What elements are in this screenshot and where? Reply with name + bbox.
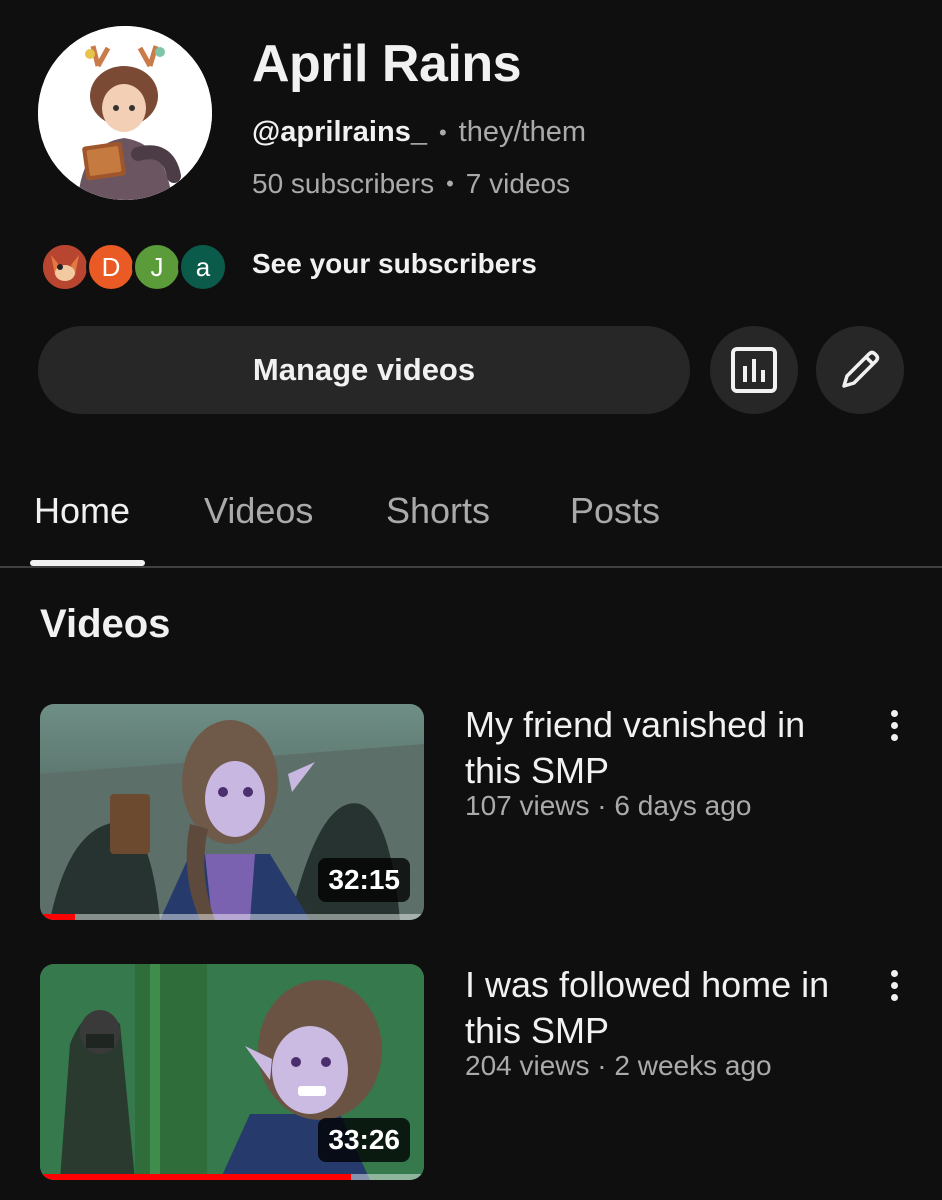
edit-channel-button[interactable] bbox=[816, 326, 904, 414]
channel-handle-row: @aprilrains_ • they/them bbox=[252, 116, 586, 149]
video-thumbnail[interactable]: 32:15 bbox=[40, 704, 424, 920]
watch-progress-track bbox=[40, 914, 424, 920]
more-dot bbox=[890, 733, 898, 741]
subscriber-avatars: D J a bbox=[40, 240, 230, 294]
channel-avatar[interactable] bbox=[38, 26, 212, 200]
section-title[interactable]: Videos bbox=[40, 602, 170, 647]
video-meta: 204 views · 2 weeks ago bbox=[465, 1050, 772, 1081]
watch-progress-bar bbox=[40, 1174, 352, 1180]
fox-icon bbox=[43, 245, 87, 289]
channel-stats: 50 subscribers • 7 videos bbox=[252, 168, 570, 200]
subscriber-avatar-d: D bbox=[86, 242, 136, 292]
subscriber-count: 50 subscribers bbox=[252, 168, 435, 199]
tab-shorts[interactable]: Shorts bbox=[386, 490, 490, 532]
video-count: 7 videos bbox=[465, 168, 571, 199]
channel-pronouns: they/them bbox=[458, 116, 587, 148]
tab-home[interactable]: Home bbox=[34, 490, 130, 532]
analytics-icon bbox=[731, 347, 777, 393]
channel-name: April Rains bbox=[252, 35, 522, 93]
active-tab-indicator bbox=[30, 560, 145, 566]
subscriber-avatar-j: J bbox=[132, 242, 182, 292]
watch-progress-track bbox=[40, 1174, 424, 1180]
manage-videos-button[interactable]: Manage videos bbox=[38, 326, 690, 414]
more-dot bbox=[890, 709, 898, 717]
watch-progress-bar bbox=[40, 914, 75, 920]
separator-dot: • bbox=[438, 119, 447, 145]
video-menu-button[interactable] bbox=[880, 962, 908, 1008]
see-subscribers-link[interactable]: See your subscribers bbox=[252, 248, 537, 280]
subscriber-initial: J bbox=[150, 251, 164, 282]
subscriber-initial: a bbox=[195, 251, 211, 282]
more-dot bbox=[890, 993, 898, 1001]
channel-tabs: Home Videos Shorts Posts bbox=[0, 480, 942, 568]
subscriber-initial: D bbox=[101, 251, 121, 282]
more-dot bbox=[890, 981, 898, 989]
video-duration: 33:26 bbox=[318, 1118, 410, 1162]
video-title[interactable]: My friend vanished in this SMP bbox=[465, 702, 845, 794]
subscribers-preview[interactable]: D J a See your subscribers bbox=[40, 240, 537, 294]
video-title[interactable]: I was followed home in this SMP bbox=[465, 962, 845, 1054]
more-dot bbox=[890, 721, 898, 729]
pencil-icon bbox=[842, 350, 880, 388]
video-thumbnail[interactable]: 33:26 bbox=[40, 964, 424, 1180]
video-duration: 32:15 bbox=[318, 858, 410, 902]
video-menu-button[interactable] bbox=[880, 702, 908, 748]
channel-handle[interactable]: @aprilrains_ bbox=[252, 116, 427, 149]
video-meta: 107 views · 6 days ago bbox=[465, 790, 752, 821]
separator-dot: • bbox=[446, 171, 454, 196]
subscriber-avatar-fox bbox=[40, 242, 90, 292]
tab-posts[interactable]: Posts bbox=[570, 490, 660, 532]
channel-avatar-art bbox=[38, 26, 212, 200]
analytics-button[interactable] bbox=[710, 326, 798, 414]
tab-videos[interactable]: Videos bbox=[204, 490, 313, 532]
subscriber-avatar-a: a bbox=[178, 242, 228, 292]
more-dot bbox=[890, 969, 898, 977]
